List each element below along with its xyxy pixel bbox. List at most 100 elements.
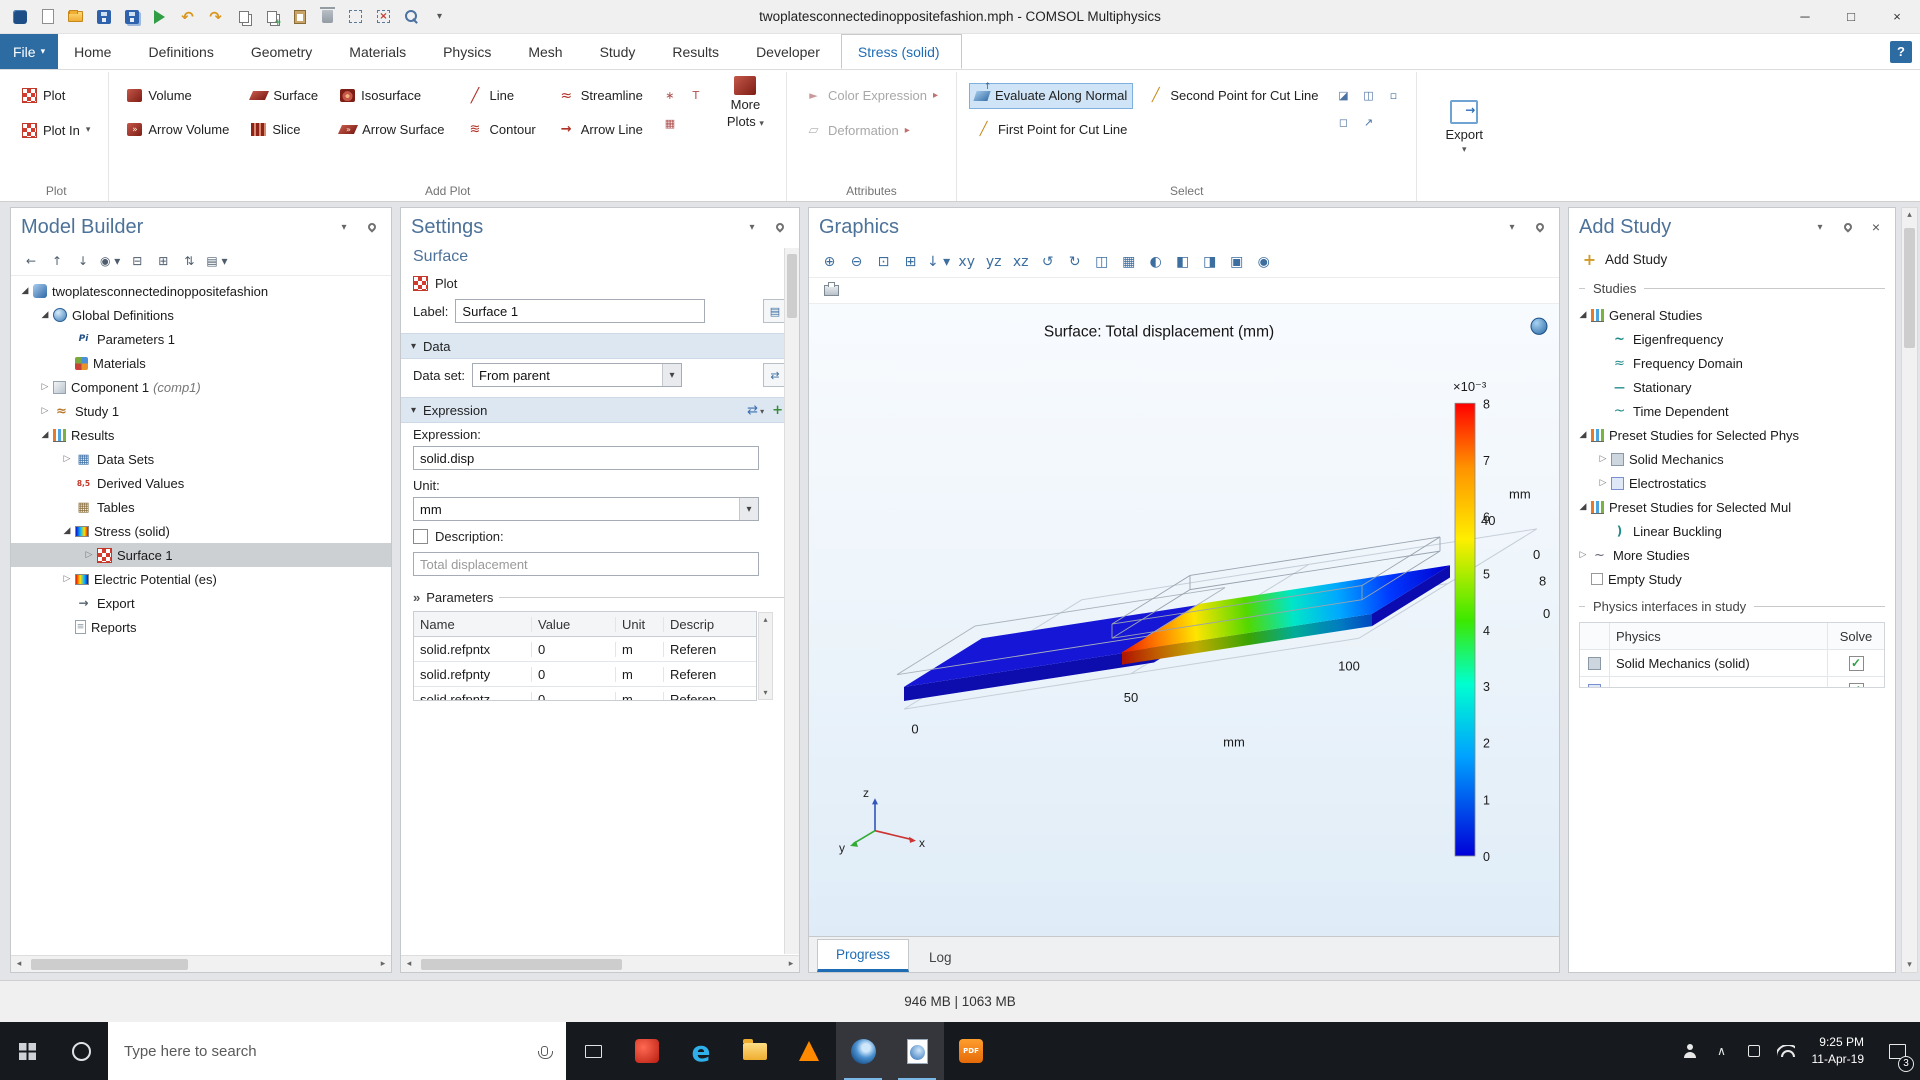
hidden-icons-icon[interactable]	[1706, 1022, 1738, 1080]
tab-geometry[interactable]: Geometry	[235, 34, 333, 69]
description-input[interactable]	[413, 552, 759, 576]
color-expression-button[interactable]: Color Expression ▸	[799, 82, 944, 108]
expand-collapse-icon[interactable]	[37, 406, 53, 416]
tab-stress-solid[interactable]: Stress (solid)	[841, 34, 962, 69]
more-plots-button[interactable]: More Plots ▾	[717, 76, 774, 129]
solve-checkbox[interactable]	[1849, 656, 1864, 671]
copy-icon[interactable]	[230, 3, 257, 30]
maximize-button[interactable]: □	[1828, 0, 1874, 33]
view-xy-icon[interactable]: xy	[954, 250, 979, 274]
add-line-button[interactable]: Line	[461, 83, 542, 109]
snapshot-icon[interactable]: ◉	[1251, 250, 1276, 274]
table-surface-icon[interactable]: ▦	[659, 112, 681, 134]
file-explorer-icon[interactable]	[728, 1022, 782, 1080]
taskbar-clock[interactable]: 9:25 PM 11-Apr-19	[1802, 1034, 1874, 1069]
tree-item[interactable]: Stationary	[1569, 375, 1895, 399]
tab-file[interactable]: File ▾	[0, 34, 58, 69]
tab-progress[interactable]: Progress	[817, 939, 909, 972]
expand-collapse-icon[interactable]	[59, 454, 75, 464]
parameter-row[interactable]: solid.refpntz 0 m Referen	[414, 687, 756, 700]
tab-definitions[interactable]: Definitions	[132, 34, 234, 69]
add-contour-button[interactable]: Contour	[461, 117, 542, 143]
tree-item[interactable]: General Studies	[1569, 303, 1895, 327]
collapse-all-icon[interactable]: ⊟	[125, 250, 149, 272]
section-data[interactable]: Data	[401, 333, 799, 359]
table-scrollbar[interactable]: ▴▾	[758, 612, 773, 700]
zoom-box-icon[interactable]: ⊞	[898, 250, 923, 274]
second-point-cut-line-button[interactable]: Second Point for Cut Line	[1141, 83, 1324, 109]
tree-item[interactable]: More Studies	[1569, 543, 1895, 567]
people-icon[interactable]	[1674, 1022, 1706, 1080]
zoom-tool-icon[interactable]	[398, 3, 425, 30]
normal-vector-icon[interactable]: ↗	[1357, 111, 1379, 133]
annotation-icon[interactable]: T	[685, 84, 707, 106]
vlc-icon[interactable]	[782, 1022, 836, 1080]
taskbar-search[interactable]	[108, 1022, 566, 1080]
go-to-default-view-icon[interactable]: ↓ ▾	[925, 250, 952, 274]
back-icon[interactable]: ←	[19, 250, 43, 272]
tab-log[interactable]: Log	[911, 943, 970, 972]
tab-physics[interactable]: Physics	[427, 34, 512, 69]
tree-item[interactable]: Frequency Domain	[1569, 351, 1895, 375]
duplicate-icon[interactable]	[258, 3, 285, 30]
expand-collapse-icon[interactable]	[1595, 454, 1611, 464]
move-up-icon[interactable]: ↑	[45, 250, 69, 272]
expand-collapse-icon[interactable]	[1575, 550, 1591, 560]
tree-item[interactable]: Parameters 1	[11, 327, 391, 351]
replace-expression-button[interactable]	[747, 403, 764, 418]
tree-item[interactable]: Solid Mechanics	[1569, 447, 1895, 471]
expand-collapse-icon[interactable]	[1595, 478, 1611, 488]
tree-item[interactable]: Reports	[11, 615, 391, 639]
horizontal-scrollbar[interactable]	[11, 955, 391, 972]
expand-collapse-icon[interactable]	[1575, 502, 1591, 512]
cut-point-3d-icon[interactable]: ▫	[1382, 84, 1404, 106]
expand-parameters-icon[interactable]	[413, 590, 420, 605]
comsol-document-icon[interactable]	[890, 1022, 944, 1080]
deformation-button[interactable]: Deformation ▸	[799, 117, 944, 143]
max-min-icon[interactable]: ∗	[659, 84, 681, 106]
environment-icon[interactable]: ◨	[1197, 250, 1222, 274]
tree-item[interactable]: Study 1	[11, 399, 391, 423]
tree-item[interactable]: Preset Studies for Selected Phys	[1569, 423, 1895, 447]
undo-icon[interactable]	[174, 3, 201, 30]
tree-item[interactable]: Global Definitions	[11, 303, 391, 327]
unit-select[interactable]: mm	[413, 497, 759, 521]
vertical-scrollbar[interactable]	[784, 248, 799, 954]
pin-icon[interactable]	[363, 218, 381, 236]
cut-plane-icon[interactable]: ◪	[1332, 84, 1354, 106]
add-arrow-surface-button[interactable]: Arrow Surface	[334, 117, 450, 143]
tree-item[interactable]: Materials	[11, 351, 391, 375]
app-icon[interactable]	[6, 3, 33, 30]
description-checkbox[interactable]	[413, 529, 428, 544]
expand-collapse-icon[interactable]	[37, 382, 53, 392]
evaluate-all-icon[interactable]: ◻	[1332, 111, 1354, 133]
window-scrollbar[interactable]	[1901, 207, 1918, 973]
start-button[interactable]	[0, 1022, 54, 1080]
tree-item[interactable]: Preset Studies for Selected Mul	[1569, 495, 1895, 519]
microphone-icon[interactable]	[541, 1046, 548, 1056]
parameter-row[interactable]: solid.refpntx 0 m Referen	[414, 637, 756, 662]
add-surface-button[interactable]: Surface	[245, 83, 324, 109]
label-input[interactable]	[455, 299, 705, 323]
delete-icon[interactable]	[314, 3, 341, 30]
print-icon[interactable]	[819, 279, 844, 303]
expand-collapse-icon[interactable]	[17, 286, 33, 296]
tree-item[interactable]: Time Dependent	[1569, 399, 1895, 423]
task-view-button[interactable]	[566, 1022, 620, 1080]
tree-item[interactable]: Data Sets	[11, 447, 391, 471]
tab-mesh[interactable]: Mesh	[512, 34, 583, 69]
grid-icon[interactable]: ▦	[1116, 250, 1141, 274]
tab-home[interactable]: Home	[58, 34, 132, 69]
plot-canvas[interactable]: Surface: Total displacement (mm)	[809, 304, 1559, 936]
expand-all-icon[interactable]: ⊞	[151, 250, 175, 272]
plot-button[interactable]: Plot	[16, 82, 96, 108]
expression-input[interactable]	[413, 446, 759, 470]
scroll-thumb[interactable]	[31, 959, 188, 970]
parameter-row[interactable]: solid.refpnty 0 m Referen	[414, 662, 756, 687]
save-as-icon[interactable]	[118, 3, 145, 30]
rotate-ccw-icon[interactable]: ↺	[1035, 250, 1060, 274]
export-button[interactable]: Export ▾	[1429, 76, 1499, 179]
search-input[interactable]	[122, 1042, 541, 1061]
expand-collapse-icon[interactable]	[59, 574, 75, 584]
pin-icon[interactable]	[1839, 218, 1857, 236]
